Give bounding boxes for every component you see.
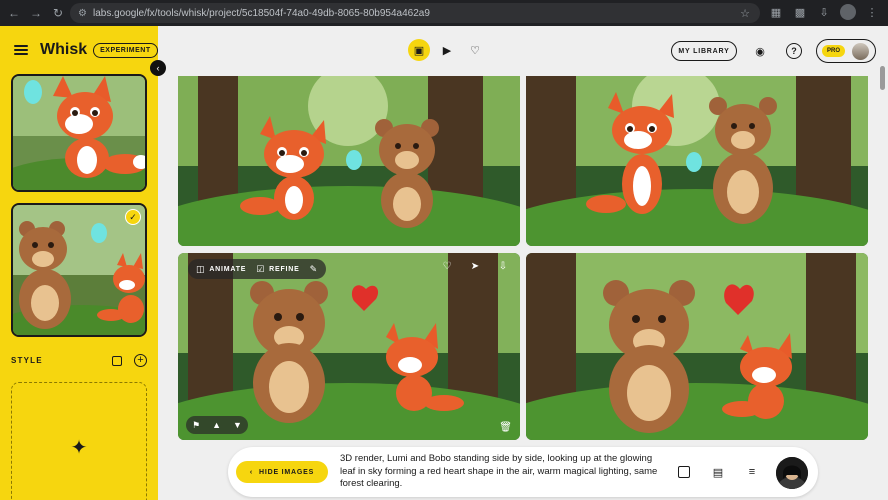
forest-scene-2 [526, 76, 868, 246]
edit-image-icon: ✎ [309, 263, 318, 274]
thumbs-up-icon[interactable]: ▲ [212, 420, 221, 430]
address-bar[interactable]: ⚙ labs.google/fx/tools/whisk/project/5c1… [70, 3, 760, 23]
refine-icon: ☑ [256, 263, 266, 274]
style-section-header: STYLE + [11, 354, 147, 367]
animate-button[interactable]: ◫ ANIMATE [196, 264, 246, 275]
my-library-button[interactable]: MY LIBRARY [671, 41, 737, 61]
magic-wand-icon: ✦ [70, 436, 88, 459]
hide-images-button[interactable]: ‹ HIDE IMAGES [236, 461, 328, 483]
upload-image-icon[interactable] [112, 355, 122, 366]
extension-grid-icon[interactable]: ▦ [768, 4, 784, 20]
download-circle-icon[interactable]: ⇩ [816, 4, 832, 20]
thumbs-down-icon[interactable]: ▼ [233, 420, 242, 430]
bear-thumbnail-image [13, 205, 145, 335]
bookmark-star-icon[interactable]: ☆ [740, 7, 750, 20]
page-scrollbar[interactable] [880, 66, 885, 90]
site-info-icon[interactable]: ⚙ [78, 8, 87, 19]
extensions-puzzle-icon[interactable]: ▩ [792, 4, 808, 20]
hamburger-menu-icon[interactable] [14, 45, 28, 55]
download-icon[interactable]: ⇩ [496, 259, 510, 273]
trash-icon[interactable]: 🗑 [499, 422, 512, 433]
more-menu-icon[interactable]: ⋮ [864, 4, 880, 20]
image-action-bar: ◫ ANIMATE ☑ REFINE ✎ [188, 259, 326, 279]
image-settings-icon[interactable]: ▤ [710, 464, 726, 480]
fox-thumbnail-image [13, 76, 145, 190]
help-icon[interactable]: ? [786, 43, 802, 59]
selected-check-icon: ✓ [125, 209, 141, 225]
style-dropzone[interactable]: ✦ [11, 382, 147, 500]
forest-scene-4 [526, 253, 868, 440]
aspect-ratio-icon[interactable] [676, 464, 692, 480]
flag-icon[interactable]: ⚑ [192, 420, 200, 431]
generated-image-1[interactable] [178, 76, 520, 246]
top-toolbar: ▣ ▶ ♡ MY LIBRARY ◉ ? PRO [158, 26, 888, 76]
forward-icon[interactable]: → [28, 5, 44, 21]
reload-icon[interactable]: ↻ [50, 5, 66, 21]
forest-scene-1 [178, 76, 520, 246]
video-icon[interactable]: ▶ [436, 39, 458, 61]
feedback-bar: ⚑ ▲ ▼ [186, 416, 248, 434]
browser-extensions: ▦ ▩ ⇩ ⋮ [768, 4, 880, 20]
heart-icon[interactable]: ♡ [464, 39, 486, 61]
browser-toolbar: ← → ↻ ⚙ labs.google/fx/tools/whisk/proje… [0, 0, 888, 26]
image-quick-actions: ♡ ➤ ⇩ [440, 259, 510, 273]
sidebar-header: Whisk EXPERIMENT [0, 26, 158, 74]
collapse-sidebar-icon[interactable]: ‹ [150, 60, 166, 76]
animate-label: ANIMATE [209, 265, 247, 273]
generated-image-2[interactable] [526, 76, 868, 246]
generated-image-3[interactable]: ◫ ANIMATE ☑ REFINE ✎ ♡ ➤ ⇩ ⚑ ▲ ▼ 🗑 [178, 253, 520, 440]
subject-thumbnail-bear[interactable]: ✓ [11, 203, 147, 337]
forest-scene-3 [178, 253, 520, 440]
heart-icon[interactable]: ♡ [440, 259, 454, 273]
subject-thumbnail-fox[interactable] [11, 74, 147, 192]
sliders-icon[interactable]: ≡ [744, 464, 760, 480]
sidebar: Whisk EXPERIMENT ✓ STYLE + ✦ [0, 26, 158, 500]
pro-badge: PRO [822, 45, 846, 57]
refine-button[interactable]: ☑ REFINE [256, 264, 299, 275]
account-menu[interactable]: PRO [816, 39, 876, 63]
prompt-input[interactable]: 3D render, Lumi and Bobo standing side b… [340, 453, 660, 491]
mode-switcher: ▣ ▶ ♡ [408, 39, 486, 61]
image-add-icon[interactable]: ▣ [408, 39, 430, 61]
back-icon[interactable]: ← [6, 5, 22, 21]
animate-icon: ◫ [196, 263, 206, 274]
refine-label: REFINE [269, 265, 300, 273]
add-style-icon[interactable]: + [134, 354, 147, 367]
share-icon[interactable]: ➤ [468, 259, 482, 273]
url-text: labs.google/fx/tools/whisk/project/5c185… [92, 7, 430, 19]
profile-avatar[interactable] [840, 4, 856, 20]
edit-button[interactable]: ✎ [310, 264, 318, 275]
generate-avatar-icon [776, 457, 808, 489]
generate-button[interactable] [776, 457, 808, 489]
hide-images-label: HIDE IMAGES [259, 468, 315, 476]
chevron-left-icon: ‹ [249, 468, 254, 476]
discord-icon[interactable]: ◉ [752, 43, 768, 59]
experiment-badge: EXPERIMENT [93, 42, 158, 58]
user-avatar [852, 42, 870, 60]
generated-image-4[interactable] [526, 253, 868, 440]
prompt-bar: ‹ HIDE IMAGES 3D render, Lumi and Bobo s… [228, 447, 818, 497]
app-title: Whisk [40, 41, 88, 58]
style-label: STYLE [11, 356, 43, 365]
